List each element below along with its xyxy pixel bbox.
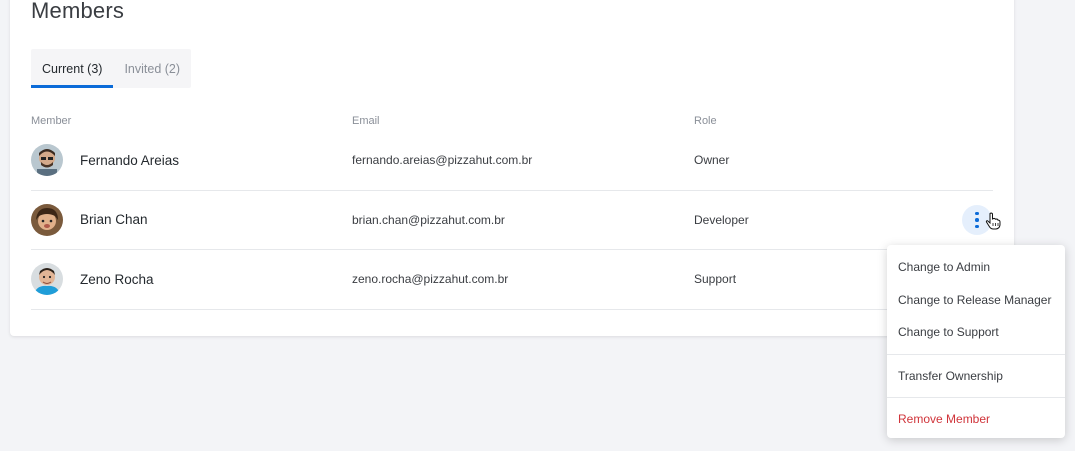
avatar (31, 203, 63, 236)
member-tabs: Current (3) Invited (2) (31, 49, 192, 88)
member-name: Fernando Areias (80, 152, 180, 168)
table-row: Fernando Areias fernando.areias@pizzahut… (31, 131, 993, 191)
column-header-email: Email (352, 115, 380, 127)
member-name: Brian Chan (80, 212, 148, 228)
member-role: Support (694, 272, 737, 287)
table-row: Brian Chan brian.chan@pizzahut.com.br De… (31, 191, 1001, 250)
tab-invited[interactable]: Invited (2) (113, 49, 191, 88)
members-table: Member Email Role Fernando Areias fernan… (31, 115, 1001, 310)
menu-item-remove-member[interactable]: Remove Member (887, 403, 1065, 436)
member-email: fernando.areias@pizzahut.com.br (352, 153, 533, 168)
menu-item-transfer-ownership[interactable]: Transfer Ownership (887, 360, 1065, 393)
more-vertical-icon (975, 211, 979, 215)
column-header-member: Member (31, 115, 72, 127)
avatar (31, 144, 63, 177)
page-title: Members (31, 0, 125, 23)
tab-current[interactable]: Current (3) (31, 49, 114, 88)
row-actions-menu: Change to Admin Change to Release Manage… (887, 245, 1065, 438)
avatar (31, 263, 63, 296)
member-email: zeno.rocha@pizzahut.com.br (352, 272, 509, 287)
menu-item-change-to-support[interactable]: Change to Support (887, 316, 1065, 349)
member-role: Developer (694, 212, 749, 227)
hand-cursor-icon (985, 212, 1001, 229)
members-card: Members Current (3) Invited (2) Member E… (10, 0, 1014, 336)
menu-divider (887, 397, 1065, 398)
column-header-role: Role (694, 115, 717, 127)
menu-divider (887, 353, 1065, 355)
member-email: brian.chan@pizzahut.com.br (352, 212, 505, 227)
member-name: Zeno Rocha (80, 271, 154, 287)
menu-item-change-to-admin[interactable]: Change to Admin (887, 251, 1065, 284)
menu-item-change-to-release-manager[interactable]: Change to Release Manager (887, 284, 1065, 317)
table-header: Member Email Role (31, 115, 993, 131)
member-role: Owner (694, 153, 730, 168)
table-row: Zeno Rocha zeno.rocha@pizzahut.com.br Su… (31, 250, 993, 310)
